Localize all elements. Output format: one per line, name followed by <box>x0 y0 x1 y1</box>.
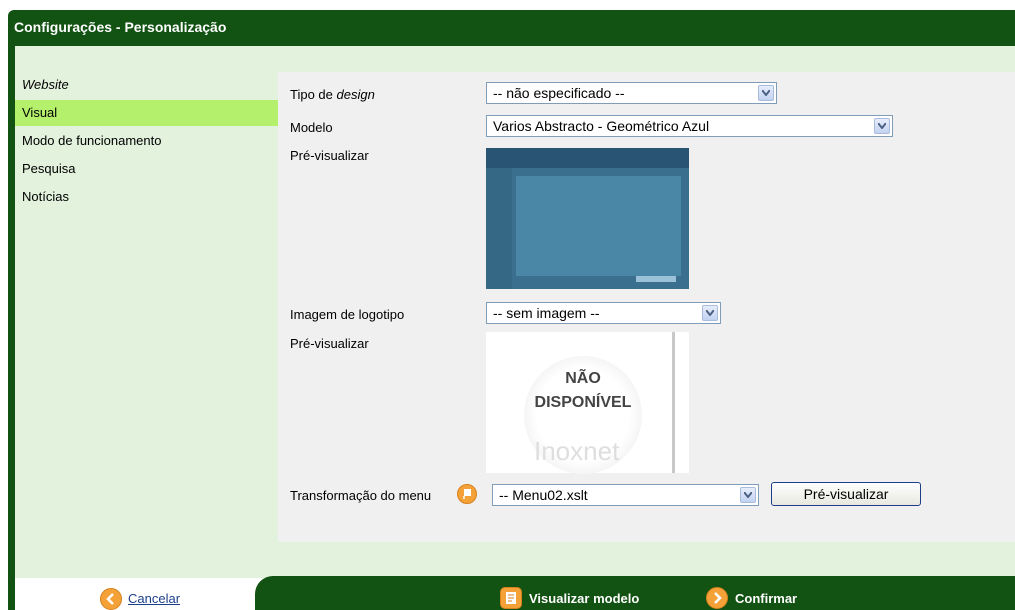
preview-footer-band <box>636 276 676 282</box>
transformacao-menu-label: Transformação do menu <box>290 488 432 503</box>
sidebar-item-label: Notícias <box>22 189 69 204</box>
preview-sidebar-band <box>486 168 512 289</box>
modelo-label: Modelo <box>290 120 333 135</box>
imagem-logotipo-value: -- sem imagem -- <box>493 305 600 321</box>
tipo-design-select[interactable]: -- não especificado -- <box>486 82 777 104</box>
document-icon[interactable] <box>500 587 522 609</box>
template-preview-image <box>486 148 689 289</box>
chevron-down-icon[interactable] <box>758 85 774 101</box>
brand-watermark: Inoxnet <box>534 436 620 466</box>
sidebar: Website Visual Modo de funcionamento Pes… <box>15 72 279 212</box>
sidebar-item-website[interactable]: Website <box>15 72 279 98</box>
preview-divider <box>672 332 675 473</box>
tipo-design-label-em: design <box>336 87 375 102</box>
title-bar: Configurações - Personalização <box>8 10 1015 46</box>
pre-visualizar-button[interactable]: Pré-visualizar <box>771 482 921 506</box>
chevron-down-icon[interactable] <box>740 487 756 503</box>
visualizar-modelo-button[interactable]: Visualizar modelo <box>529 591 639 606</box>
sidebar-item-label: Pesquisa <box>22 161 76 176</box>
help-icon[interactable] <box>457 484 477 504</box>
chevron-down-icon[interactable] <box>702 305 718 321</box>
transformacao-menu-value: -- Menu02.xslt <box>499 487 588 503</box>
sidebar-item-visual[interactable]: Visual <box>15 100 279 126</box>
chevron-down-icon[interactable] <box>874 118 890 134</box>
preview1-label: Pré-visualizar <box>290 148 369 163</box>
modelo-select[interactable]: Varios Abstracto - Geométrico Azul <box>486 115 893 137</box>
cancel-link[interactable]: Cancelar <box>128 591 180 606</box>
preview-header-band <box>486 148 689 168</box>
sidebar-item-label: Website <box>22 77 69 92</box>
cancel-icon[interactable] <box>100 588 122 610</box>
sidebar-item-modo-funcionamento[interactable]: Modo de funcionamento <box>15 128 279 154</box>
left-frame-border <box>8 46 15 610</box>
not-available-line1: NÃO <box>565 370 601 387</box>
confirmar-button[interactable]: Confirmar <box>735 591 797 606</box>
not-available-line2: DISPONÍVEL <box>534 394 632 411</box>
modelo-value: Varios Abstracto - Geométrico Azul <box>493 118 710 134</box>
imagem-logotipo-label: Imagem de logotipo <box>290 307 405 322</box>
logo-preview-image: NÃO DISPONÍVEL Inoxnet <box>486 332 689 474</box>
imagem-logotipo-select[interactable]: -- sem imagem -- <box>486 302 721 324</box>
tipo-design-label-prefix: Tipo de <box>290 87 337 102</box>
sidebar-item-label: Visual <box>22 105 58 120</box>
tipo-design-value: -- não especificado -- <box>493 85 625 101</box>
tipo-design-label: Tipo de design <box>290 87 375 102</box>
confirm-icon[interactable] <box>706 587 728 609</box>
window-title: Configurações - Personalização <box>14 19 227 35</box>
transformacao-menu-select[interactable]: -- Menu02.xslt <box>492 484 759 506</box>
sidebar-item-pesquisa[interactable]: Pesquisa <box>15 156 279 182</box>
preview-main-band <box>516 176 681 276</box>
sidebar-item-noticias[interactable]: Notícias <box>15 184 279 210</box>
preview2-label: Pré-visualizar <box>290 336 369 351</box>
sidebar-item-label: Modo de funcionamento <box>22 133 162 148</box>
